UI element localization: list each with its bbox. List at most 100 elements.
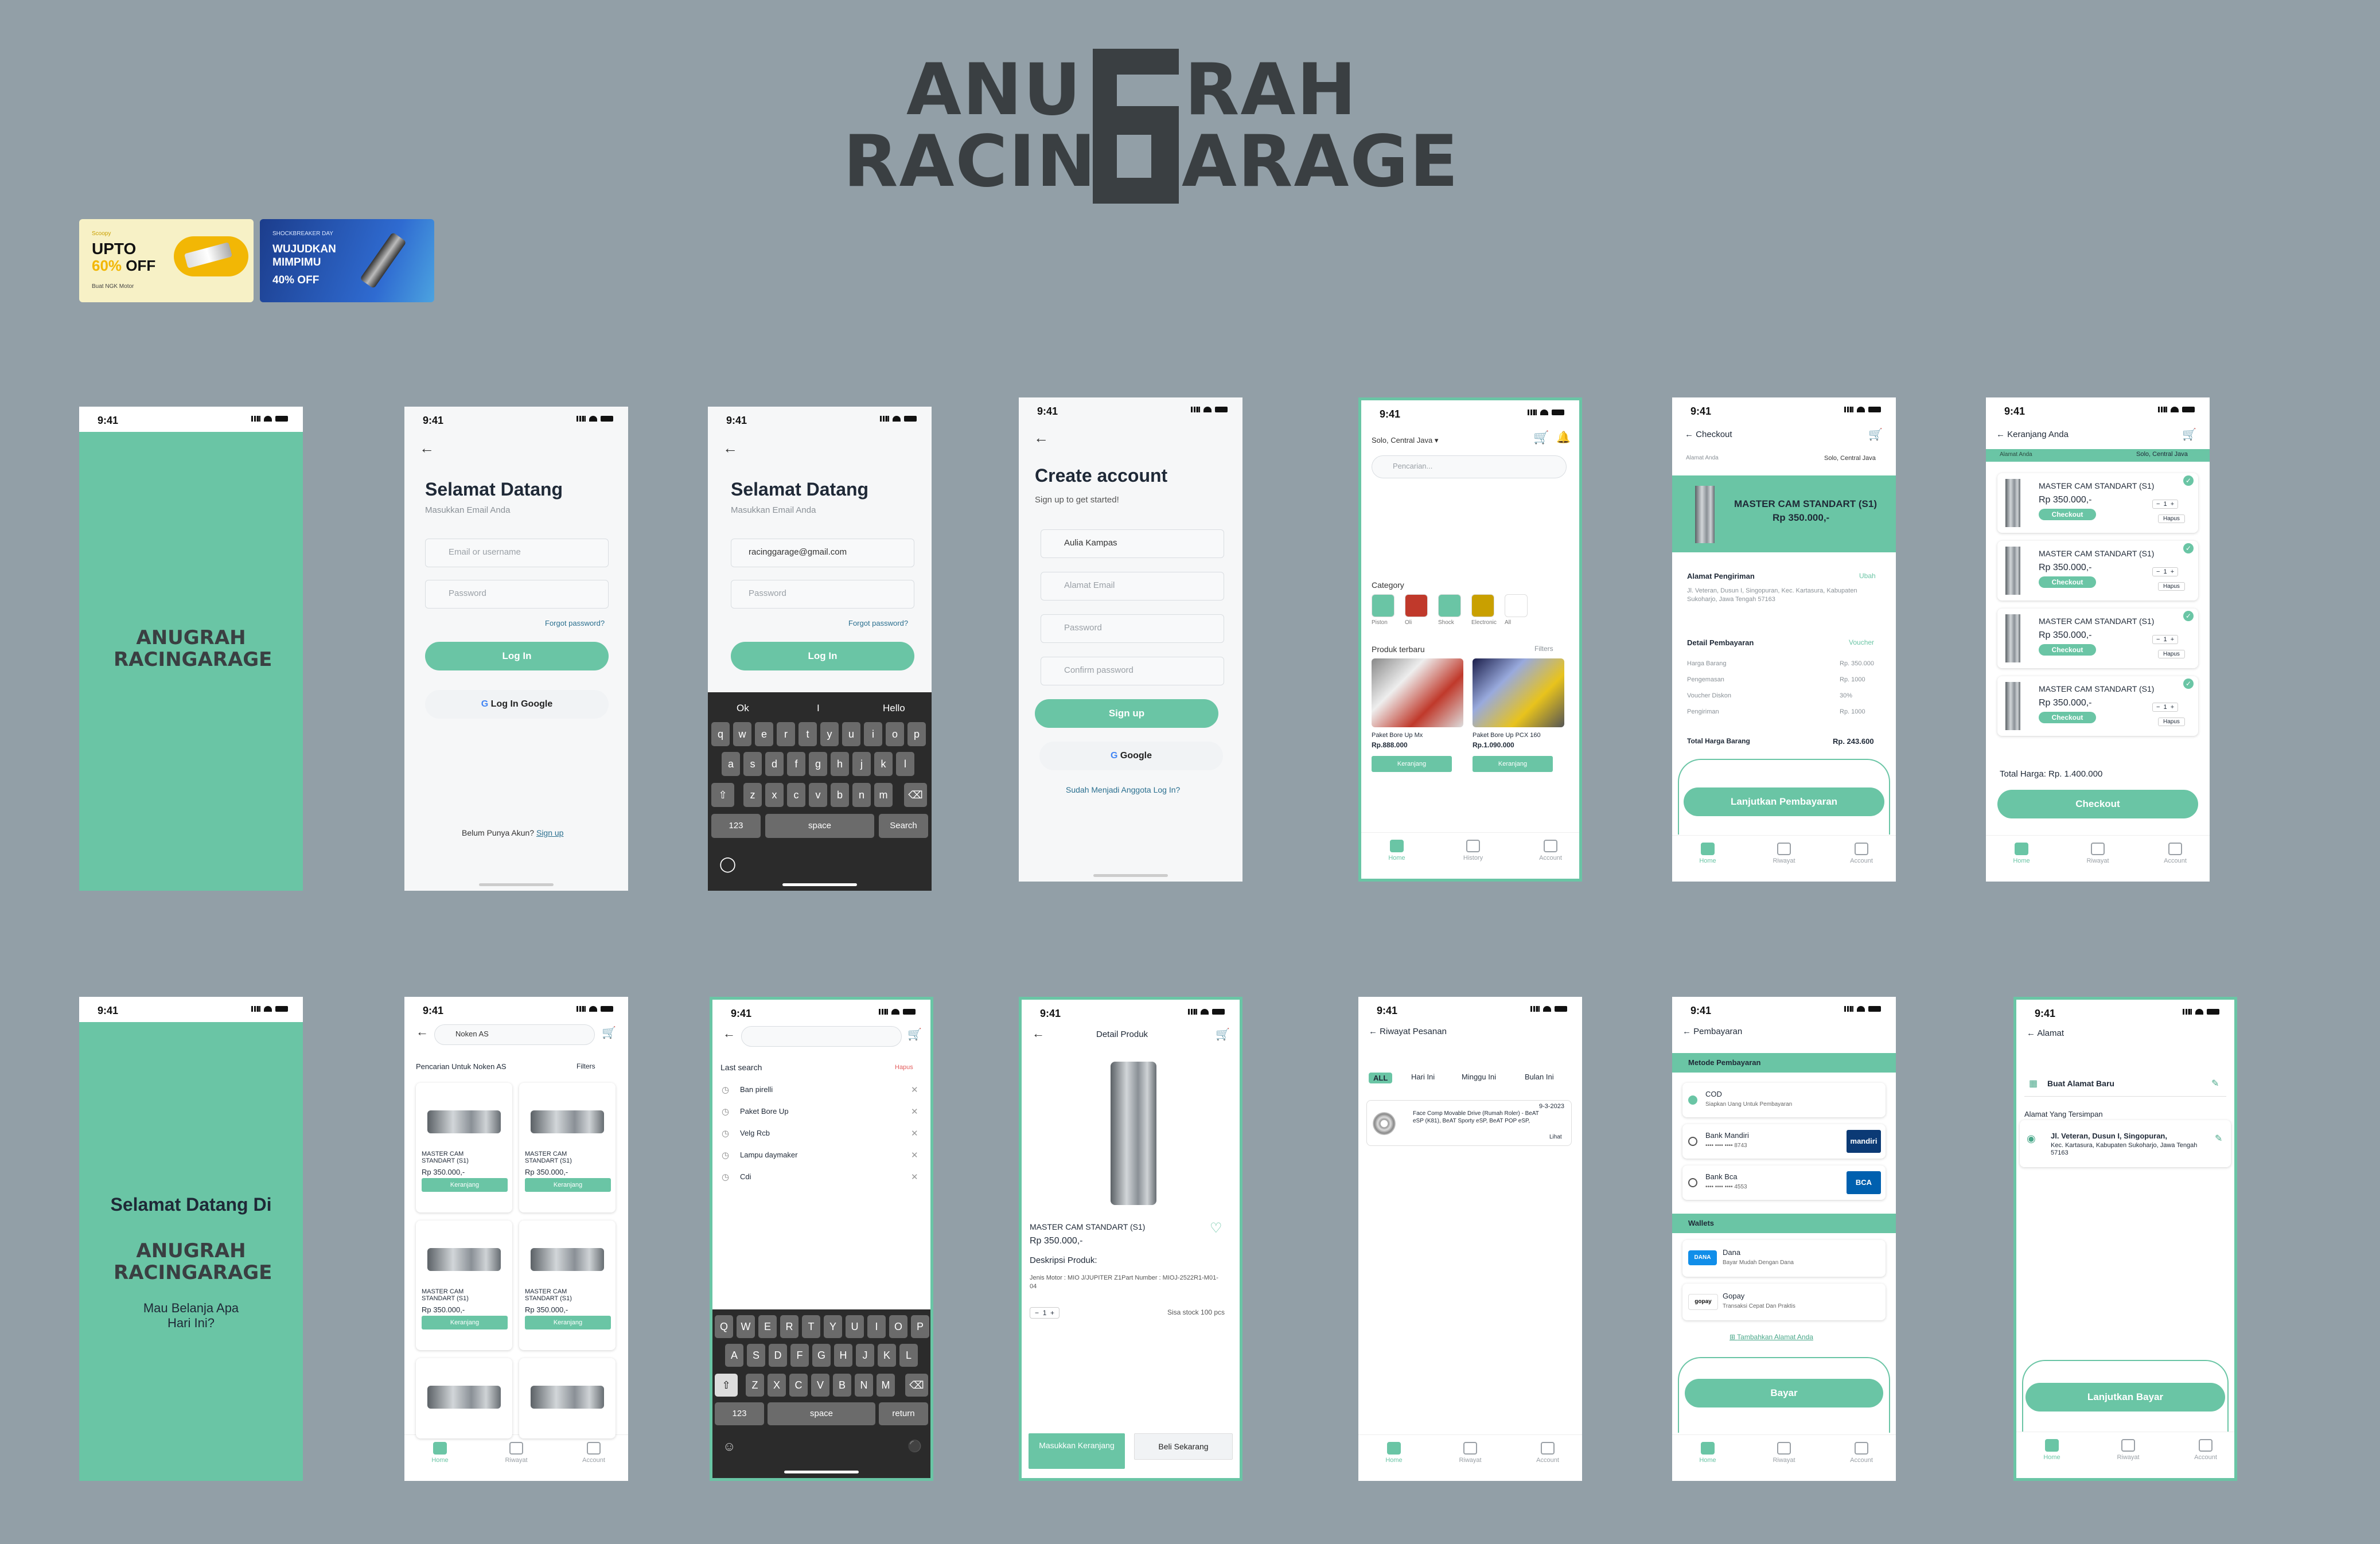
key-h[interactable]: H: [834, 1344, 852, 1367]
key-z[interactable]: z: [743, 783, 762, 807]
check-icon[interactable]: ✓: [2183, 611, 2194, 621]
wallet-option[interactable]: DANA Dana Bayar Mudah Dengan Dana: [1682, 1240, 1886, 1277]
key-b[interactable]: B: [833, 1374, 851, 1397]
filter-all[interactable]: ALL: [1369, 1073, 1393, 1083]
key-f[interactable]: f: [787, 752, 805, 776]
key-s[interactable]: s: [743, 752, 762, 776]
quantity-stepper[interactable]: − 1 +: [2152, 500, 2179, 509]
key-w[interactable]: W: [737, 1315, 755, 1338]
payment-method[interactable]: COD Siapkan Uang Untuk Pembayaran: [1682, 1083, 1886, 1117]
category-oli-icon[interactable]: [1405, 594, 1428, 617]
tab-home[interactable]: Home: [1380, 840, 1414, 861]
new-address-button[interactable]: ▦ Buat Alamat Baru ✎: [2024, 1073, 2226, 1097]
edit-icon[interactable]: ✎: [2215, 1133, 2222, 1144]
key-y[interactable]: y: [820, 722, 839, 746]
back-arrow-icon[interactable]: ←: [723, 1026, 735, 1041]
product-image[interactable]: [1372, 658, 1463, 727]
tab-account[interactable]: Account: [577, 1442, 611, 1464]
key-s[interactable]: S: [747, 1344, 765, 1367]
key-g[interactable]: G: [812, 1344, 831, 1367]
pay-button[interactable]: Bayar: [1685, 1379, 1883, 1407]
item-checkout-button[interactable]: Checkout: [2039, 712, 2096, 723]
wallet-option[interactable]: gopay Gopay Transaksi Cepat Dan Praktis: [1682, 1284, 1886, 1320]
key-w[interactable]: w: [733, 722, 751, 746]
key-a[interactable]: a: [722, 752, 740, 776]
key-o[interactable]: O: [889, 1315, 907, 1338]
view-link[interactable]: Lihat: [1549, 1134, 1562, 1140]
payment-method[interactable]: Bank Bca •••• •••• •••• 4553 BCA: [1682, 1165, 1886, 1200]
login-button[interactable]: Log In: [425, 642, 609, 670]
cart-icon[interactable]: 🛒: [2182, 427, 2196, 442]
key-k[interactable]: K: [878, 1344, 896, 1367]
forgot-password-link[interactable]: Forgot password?: [545, 619, 605, 627]
key-i[interactable]: i: [864, 722, 882, 746]
remove-button[interactable]: Hapus: [2158, 718, 2185, 726]
filter-minggu-ini[interactable]: Minggu Ini: [1462, 1073, 1496, 1081]
tab-account[interactable]: Account: [2158, 843, 2192, 864]
key-k[interactable]: k: [874, 752, 893, 776]
key-x[interactable]: X: [768, 1374, 786, 1397]
key-c[interactable]: C: [789, 1374, 808, 1397]
key-h[interactable]: h: [831, 752, 849, 776]
remove-icon[interactable]: ✕: [911, 1150, 918, 1160]
remove-button[interactable]: Hapus: [2158, 650, 2185, 658]
key-shift[interactable]: ⇧: [715, 1374, 738, 1397]
add-to-cart-button[interactable]: Keranjang: [1372, 756, 1452, 772]
header-title[interactable]: ← Riwayat Pesanan: [1369, 1027, 1447, 1036]
history-item[interactable]: Ban pirelli: [740, 1085, 773, 1094]
tab-riwayat[interactable]: Riwayat: [2081, 843, 2115, 864]
category-shock-icon[interactable]: [1438, 594, 1461, 617]
key-t[interactable]: t: [798, 722, 817, 746]
continue-payment-button[interactable]: Lanjutkan Pembayaran: [1684, 787, 1884, 816]
key-r[interactable]: r: [777, 722, 795, 746]
key-space[interactable]: space: [768, 1402, 875, 1425]
back-arrow-icon[interactable]: ←: [723, 439, 738, 457]
key-g[interactable]: g: [809, 752, 827, 776]
login-button[interactable]: Log In: [731, 642, 914, 670]
password-field[interactable]: Password: [1041, 614, 1224, 643]
filter-bulan-ini[interactable]: Bulan Ini: [1525, 1073, 1554, 1081]
cart-icon[interactable]: 🛒: [1533, 430, 1549, 445]
search-input[interactable]: [741, 1026, 902, 1047]
back-arrow-icon[interactable]: ←: [416, 1024, 429, 1039]
key-v[interactable]: v: [809, 783, 827, 807]
microphone-icon[interactable]: ⚫: [907, 1439, 922, 1453]
key-t[interactable]: T: [802, 1315, 820, 1338]
item-checkout-button[interactable]: Checkout: [2039, 509, 2096, 520]
order-card[interactable]: 9-3-2023 Face Comp Movable Drive (Rumah …: [1366, 1100, 1572, 1146]
key-123[interactable]: 123: [711, 814, 761, 838]
radio-checked-icon[interactable]: [1688, 1095, 1697, 1105]
back-arrow-icon[interactable]: ←: [419, 439, 434, 457]
signup-button[interactable]: Sign up: [1035, 699, 1218, 728]
key-o[interactable]: o: [886, 722, 904, 746]
key-shift[interactable]: ⇧: [711, 783, 734, 807]
product-card[interactable]: [519, 1358, 616, 1438]
key-p[interactable]: P: [911, 1315, 929, 1338]
tab-account[interactable]: Account: [1533, 840, 1568, 861]
item-checkout-button[interactable]: Checkout: [2039, 644, 2096, 656]
key-return[interactable]: return: [879, 1402, 928, 1425]
cart-icon[interactable]: 🛒: [1216, 1027, 1230, 1042]
tab-home[interactable]: Home: [1377, 1442, 1411, 1464]
tab-home[interactable]: Home: [1690, 843, 1725, 864]
location-selector[interactable]: Solo, Central Java ▾: [1372, 436, 1438, 445]
cart-item[interactable]: MASTER CAM STANDART (S1) Rp 350.000,- Chec…: [1997, 541, 2198, 601]
remove-icon[interactable]: ✕: [911, 1128, 918, 1138]
add-to-cart-button[interactable]: Keranjang: [422, 1178, 508, 1192]
key-delete[interactable]: ⌫: [905, 1374, 928, 1397]
voucher-link[interactable]: Voucher: [1849, 638, 1874, 646]
key-delete[interactable]: ⌫: [904, 783, 927, 807]
add-to-cart-button[interactable]: Keranjang: [1473, 756, 1553, 772]
forgot-password-link[interactable]: Forgot password?: [848, 619, 908, 627]
promo-banner-ngk[interactable]: Scoopy UPTO 60% OFF Buat NGK Motor: [79, 219, 254, 302]
bell-icon[interactable]: 🔔: [1556, 430, 1571, 445]
product-card[interactable]: MASTER CAM STANDART (S1) Rp 350.000,- Kera…: [416, 1221, 512, 1350]
remove-button[interactable]: Hapus: [2158, 514, 2185, 523]
category-piston-icon[interactable]: [1372, 594, 1394, 617]
search-input[interactable]: Pencarian...: [1372, 455, 1567, 478]
tab-account[interactable]: Account: [2188, 1439, 2223, 1461]
key-q[interactable]: q: [711, 722, 730, 746]
add-to-cart-button[interactable]: Masukkan Keranjang: [1029, 1433, 1125, 1469]
key-q[interactable]: Q: [715, 1315, 733, 1338]
category-all-icon[interactable]: [1505, 594, 1528, 617]
